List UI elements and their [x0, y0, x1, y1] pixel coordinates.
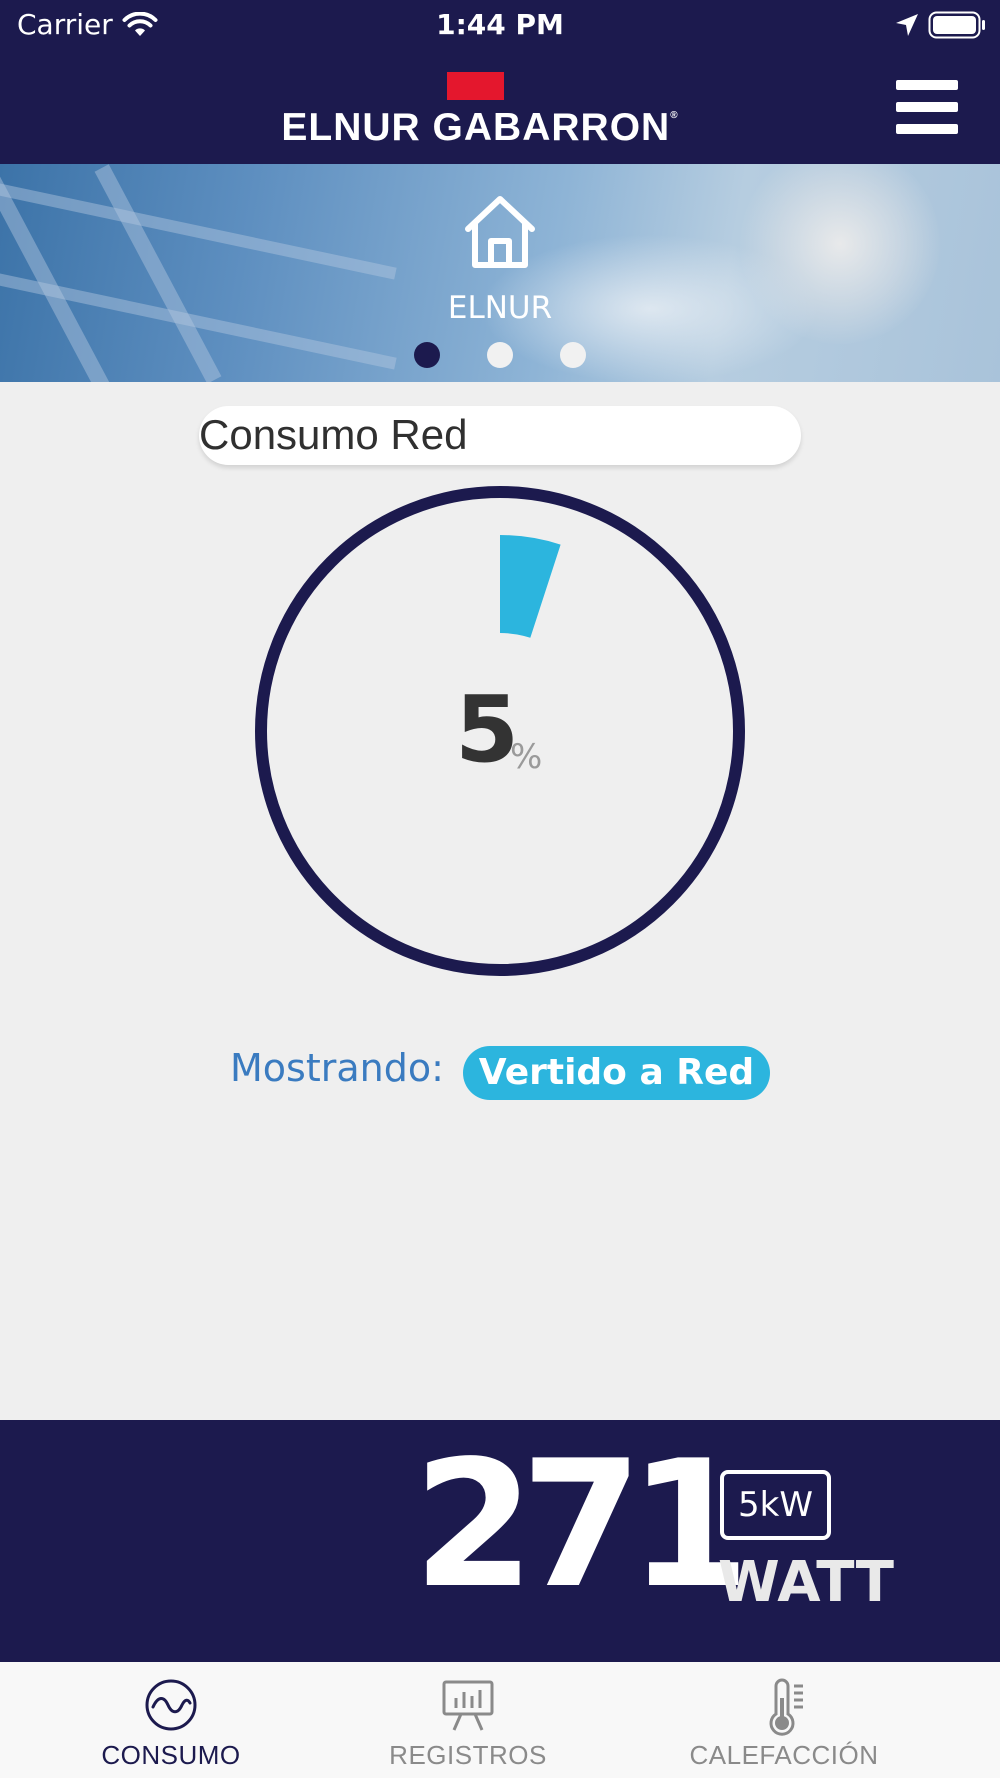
- logo-accent-bar: [447, 72, 504, 100]
- gauge-unit: %: [510, 737, 543, 777]
- brand-name: ELNUR GABARRON: [281, 106, 671, 149]
- brand-registered-mark: ®: [670, 110, 679, 121]
- page-dot-3[interactable]: [560, 342, 586, 368]
- tab-label-consumo: CONSUMO: [101, 1740, 241, 1770]
- scale-selector[interactable]: 5kW: [720, 1470, 831, 1540]
- showing-selector[interactable]: Vertido a Red: [463, 1046, 770, 1100]
- view-title: Consumo Red: [199, 411, 468, 458]
- home-icon: [465, 196, 535, 268]
- power-panel: 271 5kW WATT: [0, 1420, 1000, 1662]
- brand-logo: ELNUR GABARRON®: [270, 72, 690, 152]
- tab-bar: CONSUMO REGISTROS CALEFACCIÓN: [0, 1662, 1000, 1778]
- hamburger-menu-icon[interactable]: [896, 80, 958, 135]
- chart-board-icon: [442, 1680, 494, 1731]
- gauge-arc: [500, 535, 561, 638]
- status-bar: Carrier 1:44 PM: [0, 0, 1000, 52]
- tab-label-calefaccion: CALEFACCIÓN: [689, 1740, 879, 1770]
- thermometer-icon: [769, 1678, 803, 1736]
- gauge-value: 5: [455, 676, 519, 783]
- installation-name: ELNUR: [447, 290, 553, 326]
- showing-label: Mostrando:: [230, 1046, 444, 1090]
- location-arrow-icon: [896, 14, 918, 36]
- tab-consumo[interactable]: CONSUMO: [70, 1662, 272, 1778]
- page-dot-2[interactable]: [487, 342, 513, 368]
- app-header: Carrier 1:44 PM ELNUR GABARRON®: [0, 0, 1000, 164]
- view-title-pill[interactable]: Consumo Red: [199, 406, 801, 465]
- battery-icon: [928, 11, 985, 39]
- power-value: 271: [413, 1424, 750, 1627]
- tab-label-registros: REGISTROS: [389, 1740, 547, 1770]
- tab-registros[interactable]: REGISTROS: [378, 1662, 558, 1778]
- power-unit: WATT: [718, 1550, 894, 1615]
- status-time: 1:44 PM: [436, 8, 564, 41]
- page-dot-1[interactable]: [414, 342, 440, 368]
- tab-calefaccion[interactable]: CALEFACCIÓN: [684, 1662, 884, 1778]
- wave-circle-icon: [145, 1679, 197, 1731]
- page-indicator[interactable]: [0, 342, 1000, 368]
